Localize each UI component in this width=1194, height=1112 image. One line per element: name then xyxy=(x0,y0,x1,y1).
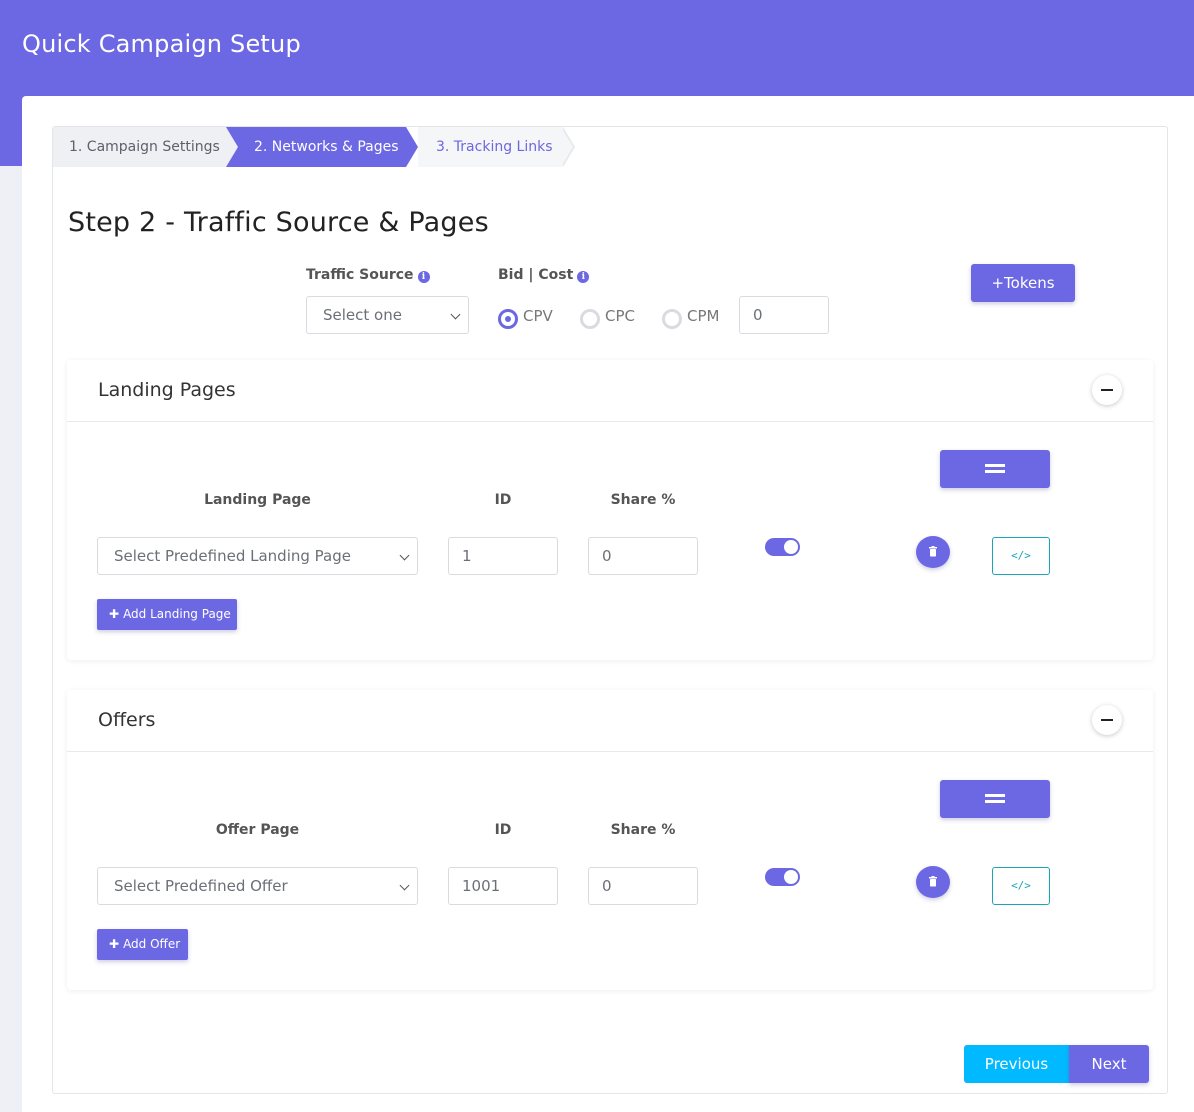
bid-cost-label-text: Bid | Cost xyxy=(498,267,574,283)
info-icon[interactable]: i xyxy=(577,271,590,283)
step-campaign-settings[interactable]: 1. Campaign Settings xyxy=(53,127,226,167)
chevron-down-icon xyxy=(399,880,410,891)
step-active-arrow xyxy=(406,127,418,167)
column-id: ID xyxy=(494,492,512,508)
drag-handle-icon xyxy=(985,794,1005,797)
panel-header: Offers xyxy=(67,690,1153,752)
landing-pages-panel: Landing Pages Landing Page ID Share % Se… xyxy=(67,360,1153,660)
radio-dot xyxy=(498,309,518,329)
landing-page-code-button[interactable]: </> xyxy=(992,537,1050,575)
step-separator xyxy=(226,127,238,167)
landing-page-id-input[interactable]: 1 xyxy=(448,537,558,575)
column-share: Share % xyxy=(610,822,676,838)
page-title: Quick Campaign Setup xyxy=(22,30,301,58)
wizard-stepper: 1. Campaign Settings 2. Networks & Pages… xyxy=(53,127,575,167)
tokens-button[interactable]: +Tokens xyxy=(971,264,1075,302)
radio-dot xyxy=(580,309,600,329)
radio-dot xyxy=(662,309,682,329)
collapse-button[interactable] xyxy=(1092,705,1122,735)
offer-code-button[interactable]: </> xyxy=(992,867,1050,905)
step-networks-pages[interactable]: 2. Networks & Pages xyxy=(226,127,406,167)
offer-select[interactable]: Select Predefined Offer xyxy=(97,867,418,905)
radio-label: CPM xyxy=(687,307,720,325)
offer-value: Select Predefined Offer xyxy=(114,877,288,895)
landing-page-enabled-toggle[interactable] xyxy=(765,538,800,556)
delete-offer-button[interactable] xyxy=(916,866,950,898)
landing-page-select[interactable]: Select Predefined Landing Page xyxy=(97,537,418,575)
trash-icon xyxy=(929,876,937,887)
column-id: ID xyxy=(494,822,512,838)
step-tracking-links[interactable]: 3. Tracking Links xyxy=(418,127,563,167)
traffic-source-label: Traffic Source i xyxy=(306,267,430,283)
offer-enabled-toggle[interactable] xyxy=(765,868,800,886)
panel-header: Landing Pages xyxy=(67,360,1153,422)
reorder-handle-button[interactable] xyxy=(940,450,1050,488)
add-landing-page-button[interactable]: ✚ Add Landing Page xyxy=(97,599,237,630)
column-offer-page: Offer Page xyxy=(215,822,300,838)
previous-button[interactable]: Previous xyxy=(964,1045,1069,1083)
add-offer-button[interactable]: ✚ Add Offer xyxy=(97,929,188,960)
drag-handle-icon xyxy=(985,800,1005,803)
offer-id-input[interactable]: 1001 xyxy=(448,867,558,905)
offer-share-input[interactable]: 0 xyxy=(588,867,698,905)
trash-icon xyxy=(929,546,937,557)
plus-icon: ✚ xyxy=(109,607,120,621)
column-share: Share % xyxy=(610,492,676,508)
panel-title: Landing Pages xyxy=(98,379,236,401)
delete-landing-page-button[interactable] xyxy=(916,536,950,568)
main-card: 1. Campaign Settings 2. Networks & Pages… xyxy=(22,96,1194,1112)
traffic-source-select[interactable]: Select one xyxy=(306,296,469,334)
info-icon[interactable]: i xyxy=(417,271,430,283)
bid-type-radio-group: CPV CPC CPM xyxy=(498,305,738,329)
traffic-source-label-text: Traffic Source xyxy=(306,267,414,283)
drag-handle-icon xyxy=(985,464,1005,467)
bid-cost-label: Bid | Cost i xyxy=(498,267,590,283)
plus-icon: ✚ xyxy=(109,937,120,951)
radio-label: CPV xyxy=(523,307,553,325)
panel-title: Offers xyxy=(98,709,156,731)
add-offer-label: Add Offer xyxy=(123,937,181,951)
column-landing-page: Landing Page xyxy=(204,492,311,508)
radio-label: CPC xyxy=(605,307,635,325)
landing-page-value: Select Predefined Landing Page xyxy=(114,547,351,565)
step-arrow xyxy=(561,127,573,167)
next-button[interactable]: Next xyxy=(1069,1045,1149,1083)
reorder-handle-button[interactable] xyxy=(940,780,1050,818)
campaign-wizard: 1. Campaign Settings 2. Networks & Pages… xyxy=(52,126,1168,1094)
traffic-source-value: Select one xyxy=(323,306,402,324)
drag-handle-icon xyxy=(985,470,1005,473)
offers-panel: Offers Offer Page ID Share % Select Pred… xyxy=(67,690,1153,990)
chevron-down-icon xyxy=(399,550,410,561)
step-heading: Step 2 - Traffic Source & Pages xyxy=(68,207,489,238)
chevron-down-icon xyxy=(450,309,461,320)
collapse-button[interactable] xyxy=(1092,375,1122,405)
landing-page-share-input[interactable]: 0 xyxy=(588,537,698,575)
add-landing-page-label: Add Landing Page xyxy=(123,607,231,621)
bid-cost-input[interactable]: 0 xyxy=(739,296,829,334)
